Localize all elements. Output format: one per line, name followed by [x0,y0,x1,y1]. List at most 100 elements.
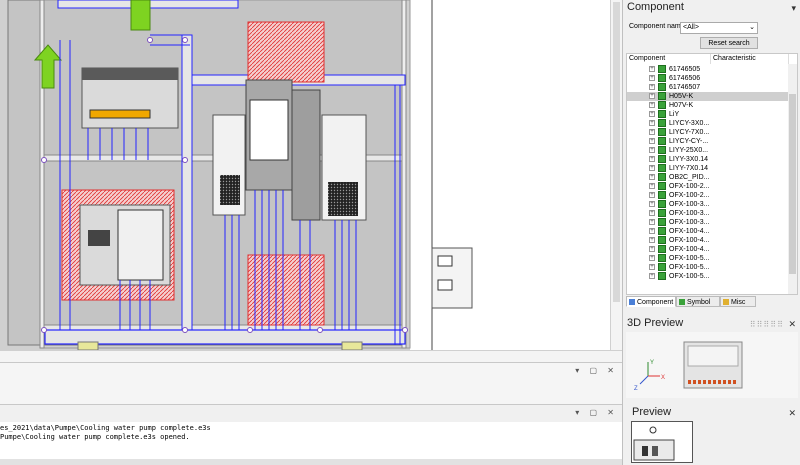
expand-icon[interactable]: + [649,228,655,234]
output-scrollbar[interactable] [0,459,622,465]
cabinet-drawing [0,0,610,350]
tree-item[interactable]: + OFX-100-3... [627,218,789,227]
expand-icon[interactable]: + [649,84,655,90]
expand-icon[interactable]: + [649,75,655,81]
close-icon[interactable]: ▾ [791,3,796,14]
component-icon [658,65,666,73]
tree-item[interactable]: + OFX-100-4... [627,236,789,245]
tree-item-label: 61746506 [669,75,701,82]
schematic-canvas[interactable] [0,0,610,350]
component-icon [658,83,666,91]
expand-icon[interactable]: + [649,120,655,126]
tree-item-label: LIYY-3X0.14 [669,156,709,163]
component-tree[interactable]: Component Characteristic +61746505 +61746… [626,53,798,295]
output-line: es_2021\data\Pumpe\Cooling water pump co… [0,424,211,432]
expand-icon[interactable]: + [649,219,655,225]
tree-item[interactable]: + OFX-100-3... [627,200,789,209]
axis-x-label: X [661,375,665,381]
expand-icon[interactable]: + [649,237,655,243]
component-icon [658,218,666,226]
preview-close-icon[interactable]: ✕ [788,408,796,419]
tree-item[interactable]: + OFX-100-4... [627,245,789,254]
expand-icon[interactable]: + [649,138,655,144]
tree-item-label: LIYCY-7X0... [669,129,710,136]
preview3d-viewport[interactable]: Y X Z [626,332,798,398]
tree-item-label: OFX-100-4... [669,246,710,253]
tree-item[interactable]: + LIYCY-3X0... [627,119,789,128]
tree-item[interactable]: +61746507 [627,83,789,92]
preview3d-close-icon[interactable]: ✕ [788,319,796,330]
tree-scroll-thumb[interactable] [789,94,796,274]
output-pane-controls[interactable]: ▾ ▢ ✕ [575,408,618,417]
tree-scrollbar[interactable] [788,64,797,294]
component-icon [658,119,666,127]
expand-icon[interactable]: + [649,102,655,108]
tree-item[interactable]: + OFX-100-3... [627,209,789,218]
axis-y-label: Y [650,360,654,366]
component-icon [658,155,666,163]
scroll-thumb[interactable] [613,2,620,302]
reset-search-button[interactable]: Reset search [700,37,758,49]
tree-item[interactable]: + OFX-100-2... [627,182,789,191]
tree-item[interactable]: + OFX-100-5... [627,254,789,263]
pane-controls[interactable]: ▾ ▢ ✕ [575,366,618,375]
expand-icon[interactable]: + [649,192,655,198]
component-icon [658,74,666,82]
tree-item[interactable]: + OFX-100-4... [627,227,789,236]
expand-icon[interactable]: + [649,264,655,270]
component-tab-icon [629,299,635,305]
chevron-down-icon: ⌄ [749,24,755,31]
tree-item-label: OFX-100-3... [669,219,710,226]
tree-item-label: H05V-K [669,93,694,100]
axis-z-label: Z [634,386,638,392]
tree-item[interactable]: +61746506 [627,74,789,83]
expand-icon[interactable]: + [649,273,655,279]
tree-item[interactable]: + OFX-100-5... [627,263,789,272]
misc-tab-icon [723,299,729,305]
component-icon [658,254,666,262]
tab-symbol[interactable]: Symbol [676,296,720,307]
expand-icon[interactable]: + [649,210,655,216]
canvas-horizontal-scrollbar[interactable] [0,350,622,362]
tree-item[interactable]: + LiY [627,110,789,119]
canvas-vertical-scrollbar[interactable] [610,0,622,350]
component-icon [658,272,666,280]
expand-icon[interactable]: + [649,246,655,252]
tab-component[interactable]: Component [626,296,676,307]
expand-icon[interactable]: + [649,255,655,261]
component-icon [658,164,666,172]
expand-icon[interactable]: + [649,183,655,189]
tree-item[interactable]: + LIYCY-7X0... [627,128,789,137]
tree-item[interactable]: + LIYY-25X0... [627,146,789,155]
tree-item[interactable]: + LIYY-7X0.14 [627,164,789,173]
tree-item[interactable]: +61746505 [627,65,789,74]
expand-icon[interactable]: + [649,174,655,180]
expand-icon[interactable]: + [649,165,655,171]
tree-item[interactable]: + OFX-100-5... [627,272,789,281]
symbol-tab-icon [679,299,685,305]
tree-item-label: 61746507 [669,84,701,91]
preview-thumbnail[interactable] [631,421,693,463]
component-icon [658,110,666,118]
tree-item-label: LIYCY-3X0... [669,120,710,127]
tree-item[interactable]: + LIYY-3X0.14 [627,155,789,164]
component-name-select[interactable]: <All> ⌄ [680,22,758,34]
tree-item[interactable]: + H05V-K [627,92,789,101]
tree-item[interactable]: + OB2C_PID... [627,173,789,182]
tree-item[interactable]: + H07V-K [627,101,789,110]
expand-icon[interactable]: + [649,156,655,162]
component-name-label: Component name [629,23,685,30]
preview3d-image: Y X Z [634,341,743,392]
expand-icon[interactable]: + [649,201,655,207]
tree-item[interactable]: + LIYCY-CY-... [627,137,789,146]
tab-misc[interactable]: Misc [720,296,756,307]
preview-title: Preview [632,406,672,418]
expand-icon[interactable]: + [649,111,655,117]
column-header-characteristic[interactable]: Characteristic [711,54,789,64]
expand-icon[interactable]: + [649,147,655,153]
expand-icon[interactable]: + [649,129,655,135]
column-header-component[interactable]: Component [627,54,711,64]
expand-icon[interactable]: + [649,66,655,72]
tree-item[interactable]: + OFX-100-2... [627,191,789,200]
expand-icon[interactable]: + [649,93,655,99]
